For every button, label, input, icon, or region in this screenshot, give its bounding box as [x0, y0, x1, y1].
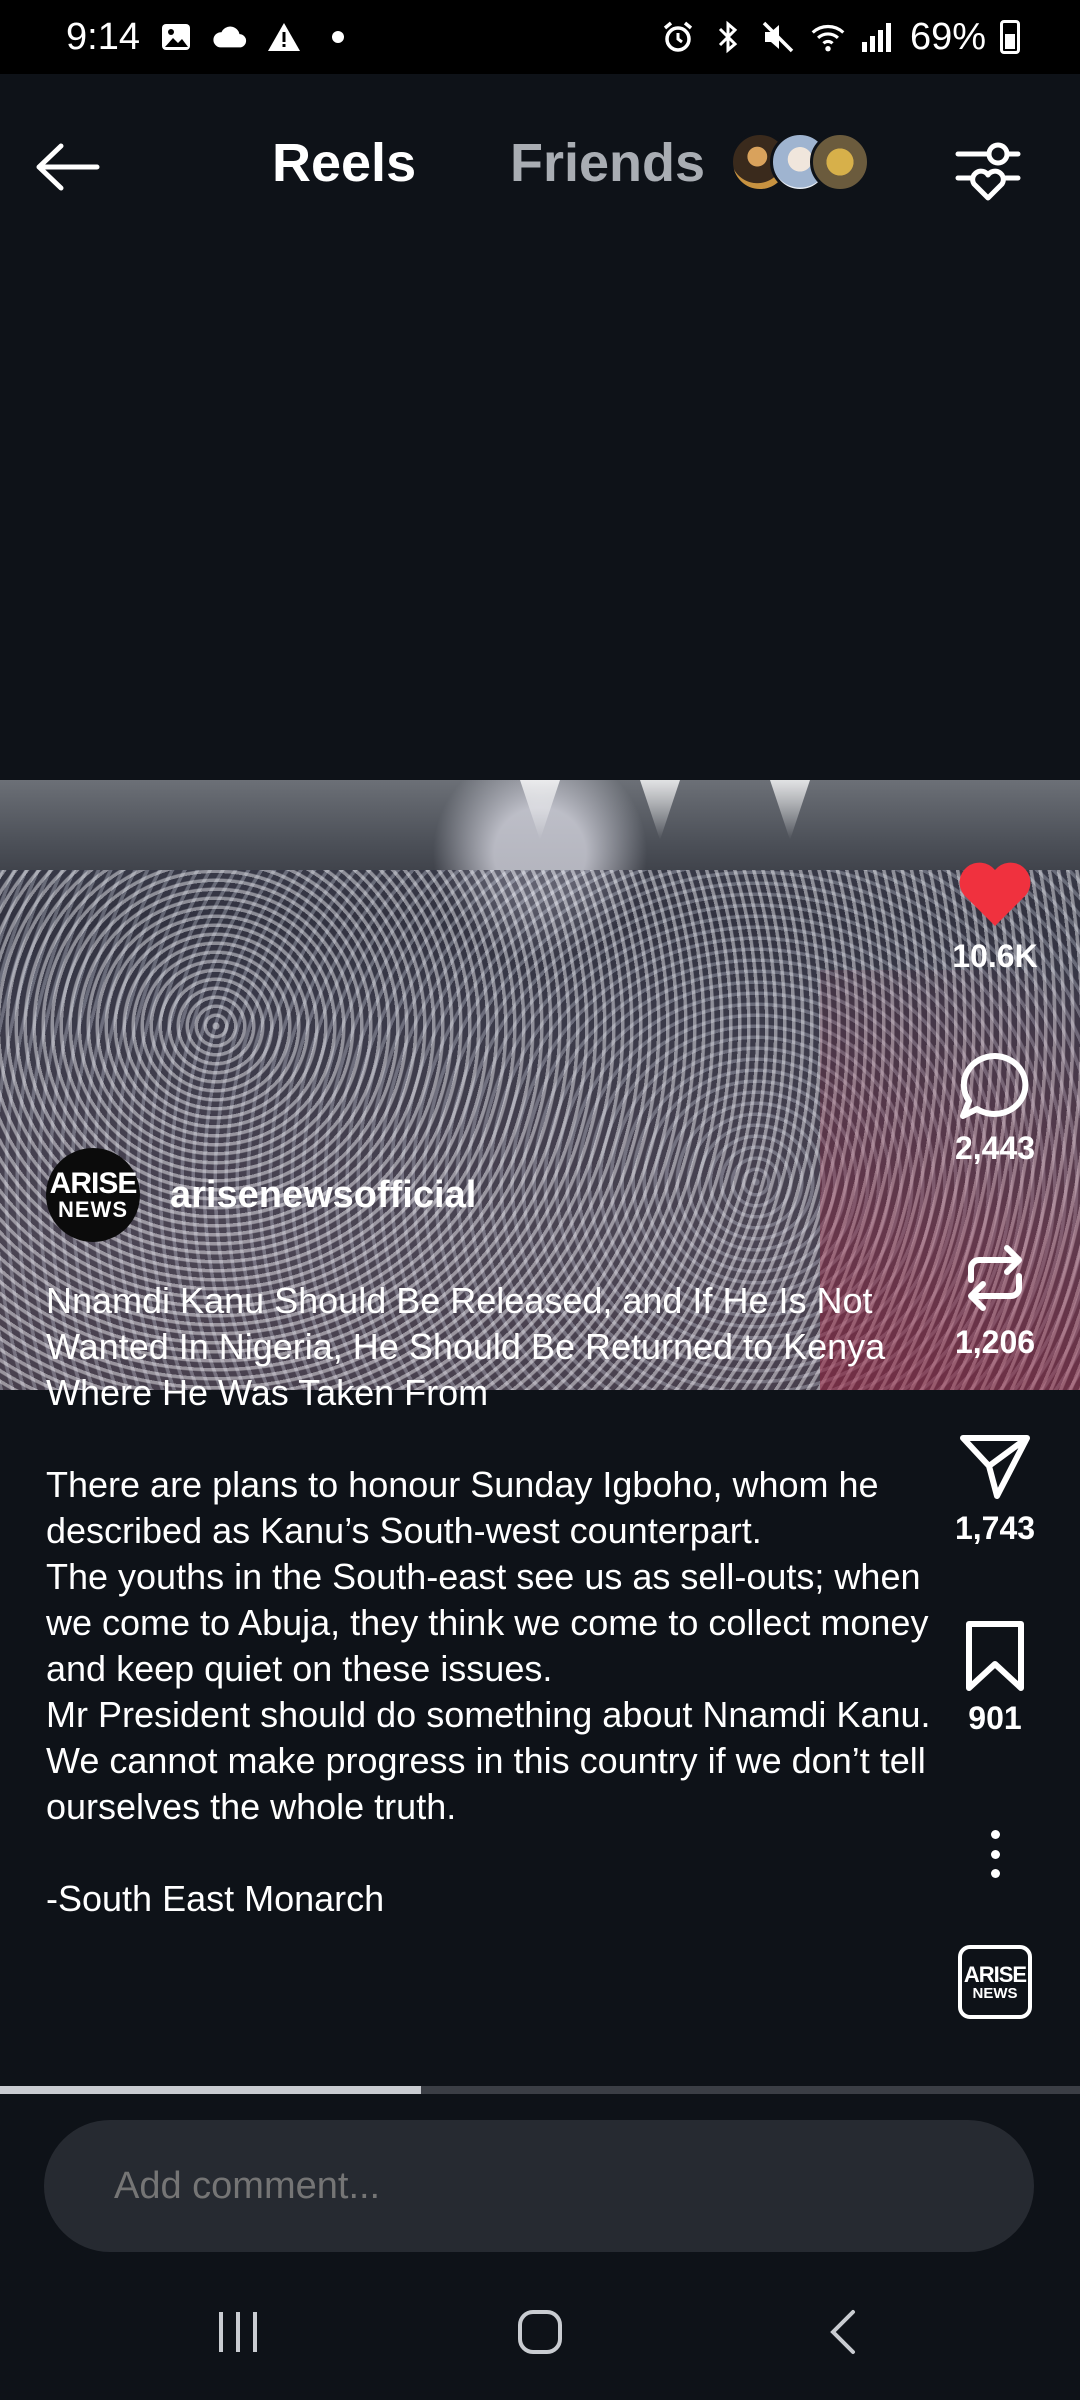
- send-icon: [960, 1435, 1030, 1499]
- chevron-left-icon: [830, 2310, 855, 2354]
- system-back-button[interactable]: [798, 2292, 888, 2372]
- preferences-button[interactable]: [950, 132, 1026, 208]
- more-dot-icon: [990, 1869, 1000, 1878]
- caption-paragraph: The youths in the South-east see us as s…: [46, 1556, 929, 1689]
- caption-paragraph: We cannot make progress in this country …: [46, 1740, 926, 1827]
- author-username[interactable]: arisenewsofficial: [170, 1174, 476, 1217]
- comment-bubble-icon: [960, 1052, 1029, 1119]
- comment-count: 2,443: [954, 1130, 1036, 1166]
- post-author[interactable]: ARISE NEWS arisenewsofficial: [46, 1148, 476, 1242]
- audio-badge-line1: ARISE: [963, 1961, 1027, 1987]
- status-right: 69%: [660, 16, 1020, 59]
- mute-icon: [760, 19, 796, 55]
- cloud-icon: [212, 19, 248, 55]
- status-bar: 9:14 69%: [0, 0, 1080, 74]
- gallery-icon: [158, 19, 194, 55]
- friend-avatars[interactable]: [730, 132, 870, 192]
- add-comment-input[interactable]: [44, 2120, 1034, 2252]
- alarm-icon: [660, 19, 696, 55]
- heart-icon: [959, 862, 1031, 926]
- caption-paragraph: Mr President should do something about N…: [46, 1694, 931, 1735]
- home-icon: [518, 2310, 562, 2354]
- top-nav: Reels Friends: [0, 74, 1080, 264]
- like-count: 10.6K: [952, 938, 1038, 974]
- audio-source-button[interactable]: ARISE NEWS: [958, 1945, 1032, 2019]
- bluetooth-icon: [710, 19, 746, 55]
- video-letterbox: [0, 264, 1080, 780]
- battery-icon: [1000, 20, 1020, 54]
- home-button[interactable]: [495, 2292, 585, 2372]
- status-left: 9:14: [66, 16, 356, 59]
- audio-badge-line2: NEWS: [972, 1984, 1018, 2002]
- signal-icon: [860, 19, 896, 55]
- author-logo-line2: NEWS: [58, 1197, 128, 1222]
- chandelier: [520, 780, 560, 840]
- repost-count: 1,206: [954, 1324, 1036, 1360]
- share-action[interactable]: 1,743: [940, 1430, 1050, 1547]
- sliders-heart-icon: [955, 142, 1021, 201]
- more-dot-icon: [990, 1849, 1000, 1859]
- status-time: 9:14: [66, 15, 140, 58]
- tab-reels[interactable]: Reels: [272, 132, 416, 194]
- system-nav-bar: [0, 2252, 1080, 2400]
- share-count: 1,743: [954, 1510, 1036, 1546]
- dot-icon: [320, 19, 356, 55]
- recents-icon: [219, 2312, 257, 2352]
- back-arrow-icon: [36, 143, 100, 191]
- save-action[interactable]: 901: [940, 1620, 1050, 1737]
- post-caption[interactable]: Nnamdi Kanu Should Be Released, and If H…: [46, 1278, 946, 1922]
- caption-paragraph: There are plans to honour Sunday Igboho,…: [46, 1464, 879, 1551]
- more-dot-icon: [990, 1830, 1000, 1839]
- warning-icon: [266, 19, 302, 55]
- chandelier: [770, 780, 810, 840]
- video-progress-bar[interactable]: [0, 2086, 1080, 2094]
- back-button[interactable]: [30, 129, 106, 205]
- repost-icon: [968, 1245, 1022, 1311]
- chandelier: [640, 780, 680, 840]
- like-action[interactable]: 10.6K: [940, 860, 1050, 975]
- reels-screen: 9:14 69% Reels Friends 10.6K 2,443 1,206…: [0, 0, 1080, 2400]
- video-progress-fill: [0, 2086, 422, 2094]
- more-options-button[interactable]: [970, 1824, 1020, 1884]
- comment-action[interactable]: 2,443: [940, 1050, 1050, 1167]
- recent-apps-button[interactable]: [193, 2292, 283, 2372]
- caption-signature: -South East Monarch: [46, 1878, 385, 1919]
- battery-percent: 69%: [909, 15, 986, 58]
- author-logo-line1: ARISE: [49, 1167, 138, 1200]
- repost-action[interactable]: 1,206: [940, 1240, 1050, 1361]
- bookmark-icon: [966, 1621, 1024, 1691]
- author-avatar[interactable]: ARISE NEWS: [46, 1148, 140, 1242]
- wifi-icon: [810, 19, 846, 55]
- friend-avatar: [810, 132, 870, 192]
- caption-title: Nnamdi Kanu Should Be Released, and If H…: [46, 1280, 886, 1413]
- tab-friends[interactable]: Friends: [510, 132, 705, 194]
- save-count: 901: [968, 1700, 1022, 1736]
